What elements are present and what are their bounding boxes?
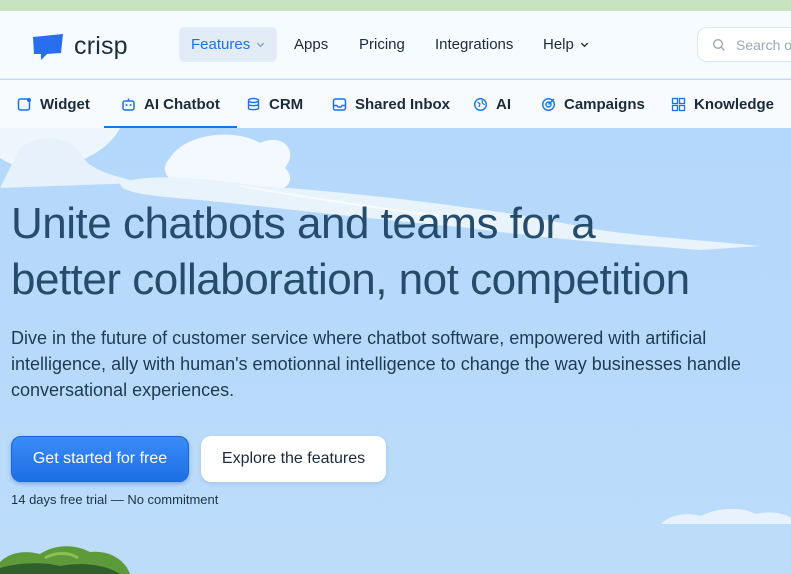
hero-section: Unite chatbots and teams for a better co… xyxy=(0,128,791,574)
tab-ai-chatbot-label: AI Chatbot xyxy=(144,95,220,113)
site-header: crisp Features Apps Pricing Integrations… xyxy=(0,11,791,79)
nav-integrations-label: Integrations xyxy=(435,36,514,53)
bot-icon xyxy=(122,98,135,111)
nav-apps-label: Apps xyxy=(294,36,329,53)
get-started-button[interactable]: Get started for free xyxy=(11,436,189,482)
tab-ai-label: AI xyxy=(496,95,511,113)
chevron-down-icon xyxy=(257,42,265,48)
tab-crm[interactable]: CRM xyxy=(246,80,303,128)
hero-headline: Unite chatbots and teams for a better co… xyxy=(11,196,791,308)
tab-campaigns-label: Campaigns xyxy=(564,95,645,113)
tab-widget[interactable]: Widget xyxy=(17,80,90,128)
headline-line-2: better collaboration, not competition xyxy=(11,255,690,304)
search-input[interactable] xyxy=(736,36,791,53)
nav-features[interactable]: Features xyxy=(179,27,278,62)
tab-ai-chatbot[interactable]: AI Chatbot xyxy=(104,80,237,128)
tab-shared-inbox-label: Shared Inbox xyxy=(355,95,451,113)
product-subnav: Widget AI Chatbot CRM Shared Inbox AI Ca… xyxy=(0,80,791,128)
tab-ai[interactable]: AI xyxy=(473,80,511,128)
grid-icon xyxy=(671,97,686,111)
nav-pricing-label: Pricing xyxy=(359,36,405,53)
trial-note: 14 days free trial — No commitment xyxy=(11,492,219,507)
nav-apps[interactable]: Apps xyxy=(282,27,340,62)
explore-features-button[interactable]: Explore the features xyxy=(201,436,386,482)
nav-help-label: Help xyxy=(543,36,574,53)
top-strip xyxy=(0,0,791,11)
crisp-logo[interactable]: crisp xyxy=(30,31,128,61)
database-icon xyxy=(247,97,260,110)
search-icon xyxy=(712,38,725,51)
tab-knowledge[interactable]: Knowledge xyxy=(671,80,774,128)
target-icon xyxy=(541,97,556,111)
nav-features-label: Features xyxy=(191,36,251,53)
tab-campaigns[interactable]: Campaigns xyxy=(541,80,645,128)
tab-crm-label: CRM xyxy=(269,95,304,113)
hill-illustration xyxy=(0,546,130,574)
hero-description: Dive in the future of customer service w… xyxy=(11,328,741,400)
nav-help[interactable]: Help xyxy=(531,27,601,62)
ai-globe-icon xyxy=(473,97,488,111)
chevron-down-icon xyxy=(580,42,588,48)
tab-knowledge-label: Knowledge xyxy=(694,95,775,113)
search-box[interactable] xyxy=(697,27,791,62)
inbox-icon xyxy=(332,97,347,111)
brand-name: crisp xyxy=(74,31,128,60)
nav-pricing[interactable]: Pricing xyxy=(347,27,417,62)
tab-shared-inbox[interactable]: Shared Inbox xyxy=(332,80,450,128)
crisp-logo-icon xyxy=(33,34,63,60)
tab-widget-label: Widget xyxy=(40,95,90,113)
cloud-right-illustration xyxy=(661,508,791,524)
nav-integrations[interactable]: Integrations xyxy=(423,27,525,62)
headline-line-1: Unite chatbots and teams for a xyxy=(11,199,596,248)
widget-icon xyxy=(17,97,31,111)
